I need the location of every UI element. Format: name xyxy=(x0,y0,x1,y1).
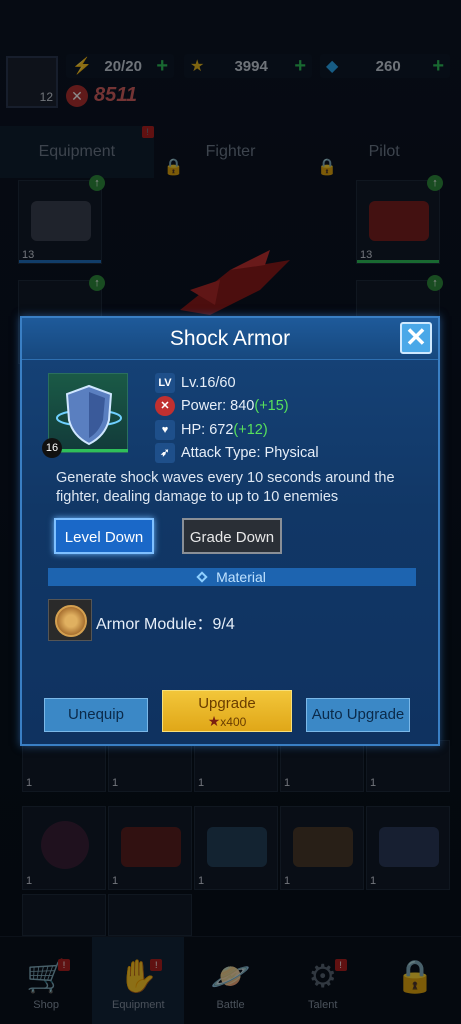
grade-down-button[interactable]: Grade Down xyxy=(182,518,282,554)
item-level-badge: 16 xyxy=(42,438,62,458)
hp-bonus: (+12) xyxy=(233,421,268,438)
dialog-header: Shock Armor ✕ xyxy=(22,318,438,360)
material-count: 9/4 xyxy=(212,616,235,633)
shock-shield-icon xyxy=(56,384,122,446)
level-icon: LV xyxy=(155,372,175,393)
diamond-icon xyxy=(196,571,208,583)
material-header-label: Material xyxy=(216,569,266,585)
material-requirement: Armor Module：9/4 xyxy=(96,616,235,633)
material-name: Armor Module xyxy=(96,616,197,633)
crossed-swords-icon: ✕ xyxy=(155,396,175,417)
stat-power: ✕ Power: 840 (+15) xyxy=(155,395,319,419)
item-detail-dialog: Shock Armor ✕ 16 LV Lv.16/60 ✕ Power: 84… xyxy=(20,316,440,746)
hp-value: HP: 672 xyxy=(181,421,234,438)
item-stats: LV Lv.16/60 ✕ Power: 840 (+15) ♥ HP: 672(… xyxy=(155,371,319,465)
unequip-button[interactable]: Unequip xyxy=(44,698,148,732)
upgrade-cost-value: x400 xyxy=(220,715,247,729)
material-header: Material xyxy=(48,568,416,586)
upgrade-label: Upgrade xyxy=(198,695,256,712)
item-description: Generate shock waves every 10 seconds ar… xyxy=(56,470,395,505)
heart-shield-icon: ♥ xyxy=(155,419,175,440)
upgrade-button[interactable]: Upgrade ★x400 xyxy=(162,690,292,732)
rocket-icon: ➶ xyxy=(155,443,175,464)
auto-upgrade-button[interactable]: Auto Upgrade xyxy=(306,698,410,732)
power-bonus: (+15) xyxy=(254,398,289,415)
close-button[interactable]: ✕ xyxy=(400,322,432,354)
star-icon: ★ xyxy=(207,713,221,729)
upgrade-cost: ★x400 xyxy=(163,713,291,730)
level-down-button[interactable]: Level Down xyxy=(54,518,154,554)
stat-attack-type: ➶ Attack Type: Physical xyxy=(155,442,319,466)
dialog-title: Shock Armor xyxy=(169,327,291,350)
attack-type-value: Attack Type: Physical xyxy=(181,445,319,462)
stat-hp: ♥ HP: 672 (+12) xyxy=(155,418,319,442)
power-value: Power: 840 xyxy=(181,398,255,415)
armor-module-icon[interactable] xyxy=(48,599,92,641)
stat-level: LV Lv.16/60 xyxy=(155,371,319,395)
level-value: Lv.16/60 xyxy=(181,374,236,391)
